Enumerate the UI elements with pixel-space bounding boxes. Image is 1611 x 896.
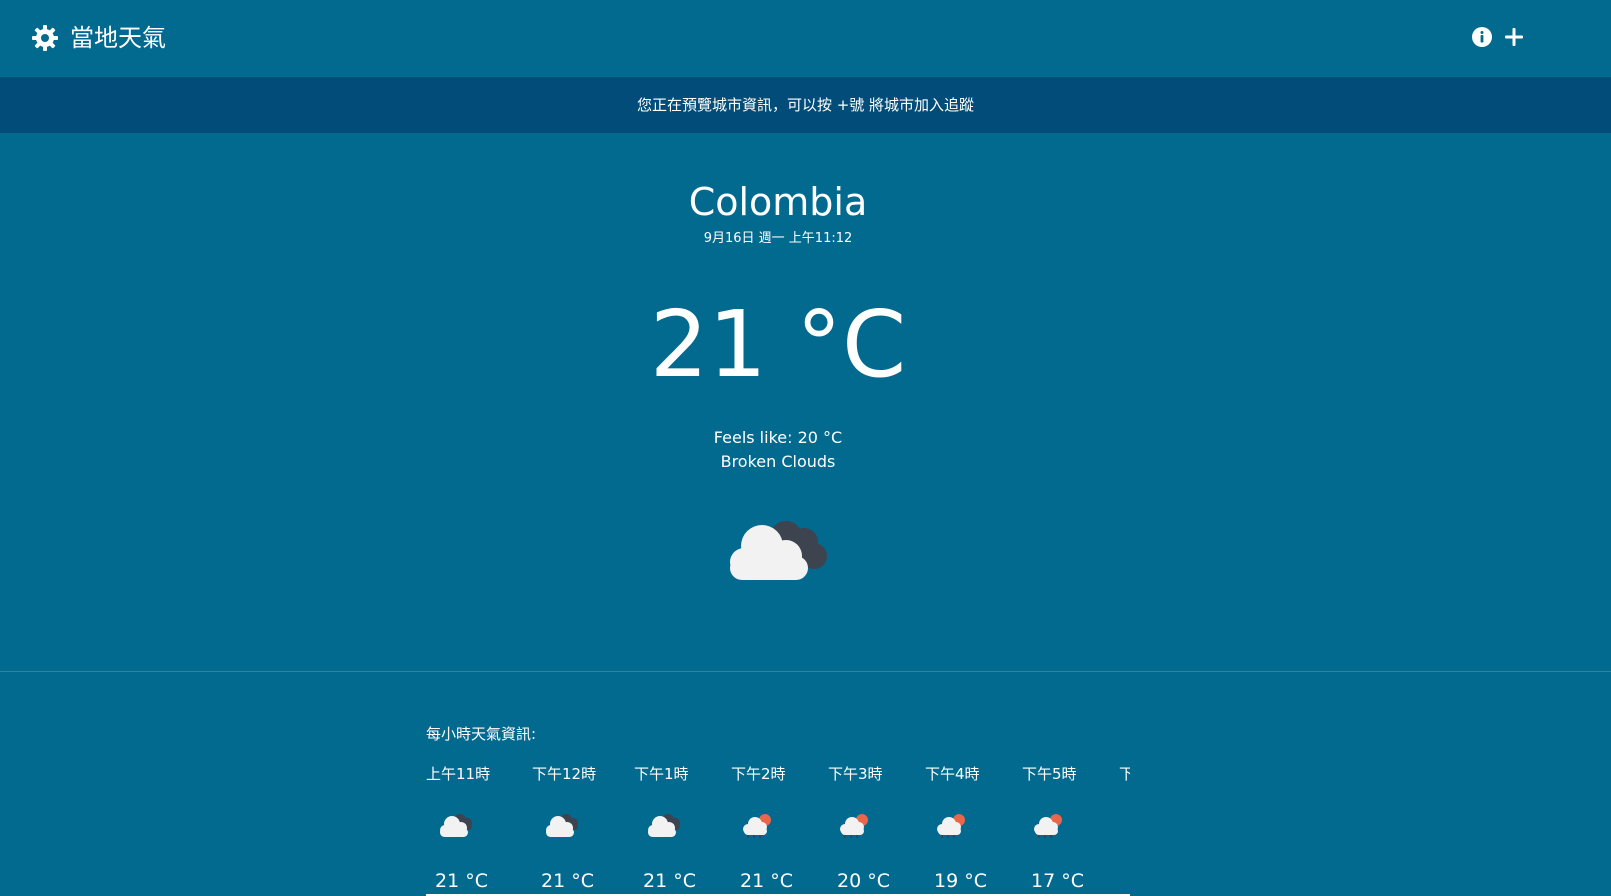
partly-cloudy-icon bbox=[935, 810, 973, 838]
hourly-item: 下午3時 20 °C bbox=[828, 760, 908, 896]
hour-label: 下午4時 bbox=[925, 765, 980, 783]
hour-label: 下午1時 bbox=[634, 765, 689, 783]
partly-cloudy-icon bbox=[838, 810, 876, 838]
broken-clouds-icon bbox=[544, 810, 582, 838]
hourly-item: 下午2時 21 °C bbox=[731, 760, 811, 896]
hour-label: 下午5時 bbox=[1022, 765, 1077, 783]
add-city-button[interactable] bbox=[1501, 24, 1527, 50]
preview-banner: 您正在預覽城市資訊，可以按 +號 將城市加入追蹤 bbox=[0, 77, 1611, 133]
hourly-title: 每小時天氣資訊: bbox=[426, 725, 537, 743]
hourly-item: 下午6時 16 °C bbox=[1119, 760, 1130, 896]
info-button[interactable] bbox=[1471, 26, 1493, 48]
hour-temperature: 21 °C bbox=[740, 870, 793, 892]
city-name: Colombia bbox=[688, 180, 868, 224]
broken-clouds-icon bbox=[724, 512, 832, 584]
hour-label: 上午11時 bbox=[426, 765, 491, 783]
partly-cloudy-icon bbox=[741, 810, 779, 838]
broken-clouds-icon bbox=[438, 810, 476, 838]
hour-temperature: 20 °C bbox=[837, 870, 890, 892]
hour-temperature: 16 °C bbox=[1128, 868, 1130, 894]
broken-clouds-icon bbox=[646, 810, 684, 838]
hour-temperature: 21 °C bbox=[541, 870, 594, 892]
current-datetime: 9月16日 週一 上午11:12 bbox=[703, 231, 853, 246]
hourly-item: 下午12時 21 °C bbox=[532, 760, 612, 896]
info-icon bbox=[1472, 27, 1492, 47]
plus-icon bbox=[1505, 28, 1523, 46]
section-divider bbox=[0, 671, 1611, 672]
weather-description: Broken Clouds bbox=[720, 452, 836, 471]
partly-cloudy-icon bbox=[1032, 810, 1070, 838]
partly-cloudy-icon bbox=[1129, 810, 1130, 838]
hourly-item: 下午4時 19 °C bbox=[925, 760, 1005, 896]
settings-button[interactable] bbox=[31, 24, 59, 52]
hour-temperature: 21 °C bbox=[643, 870, 696, 892]
app-header: 當地天氣 bbox=[0, 0, 1611, 77]
hour-label: 下午12時 bbox=[532, 765, 597, 783]
hour-temperature: 17 °C bbox=[1031, 870, 1084, 892]
hour-label: 下午2時 bbox=[731, 765, 786, 783]
app-title: 當地天氣 bbox=[70, 24, 166, 52]
current-temperature: 21 °C bbox=[649, 291, 907, 398]
hour-label: 下午3時 bbox=[828, 765, 883, 783]
hour-temperature: 21 °C bbox=[435, 870, 488, 892]
hour-temperature: 19 °C bbox=[934, 870, 987, 892]
feels-like: Feels like: 20 °C bbox=[713, 428, 843, 447]
hour-label: 下午6時 bbox=[1119, 765, 1130, 783]
hourly-forecast-strip[interactable]: 上午11時 21 °C 下午12時 21 °C 下午1時 21 °C 下午2時 21 °C 下午… bbox=[426, 760, 1130, 896]
hourly-item: 上午11時 21 °C bbox=[426, 760, 506, 896]
hourly-item: 下午1時 21 °C bbox=[634, 760, 714, 896]
hourly-item: 下午5時 17 °C bbox=[1022, 760, 1102, 896]
gear-icon bbox=[32, 25, 58, 51]
